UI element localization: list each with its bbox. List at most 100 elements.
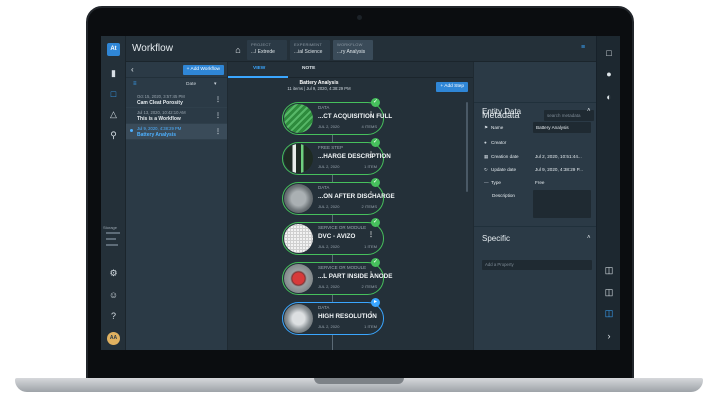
selected-dot-icon <box>130 129 133 132</box>
play-icon: ▸ <box>371 298 380 307</box>
step-card[interactable]: FREE STEP ...HARGE DESCRIPTION JUL 2, 20… <box>282 138 391 175</box>
description-label: Description <box>492 193 515 198</box>
add-workflow-button[interactable]: + Add Workflow <box>182 65 224 75</box>
creation-value: Jul 2, 2020, 10:51:44... <box>535 154 582 159</box>
step-type: FREE STEP <box>318 145 344 150</box>
workflow-date: Jul 9, 2020, 4:38:29 PM <box>137 126 182 131</box>
creation-row: ▦ Creation date <box>484 154 519 160</box>
kebab-icon[interactable]: ⋮ <box>368 231 374 238</box>
workflow-item-selected[interactable]: Jul 9, 2020, 4:38:29 PM Battery Analysis… <box>126 124 227 140</box>
workflow-toolbar: ‹ + Add Workflow <box>126 62 227 78</box>
type-label: Type <box>491 180 501 185</box>
breadcrumb-project[interactable]: PROJECT ...l Extrede <box>247 40 287 60</box>
step-items: 1 ITEM <box>364 244 377 249</box>
panel-left-icon[interactable]: ◫ <box>603 264 615 276</box>
panel-split-icon[interactable]: ◫ <box>603 286 615 298</box>
kebab-icon[interactable]: ⋮ <box>368 311 374 318</box>
check-icon: ✓ <box>371 258 380 267</box>
right-rail: □ ● ◐ ◫ ◫ ◫ › <box>596 36 620 350</box>
chevron-up-icon[interactable]: ˄ <box>587 235 591 241</box>
tab-bar: VIEW NOTE <box>228 62 473 78</box>
step-thumbnail <box>284 144 313 173</box>
workflow-item[interactable]: Oct 15, 2020, 3:57:45 PM Cam Cleat Poros… <box>126 92 227 108</box>
step-thumbnail <box>284 264 313 293</box>
workflow-sort-bar: ≡ Date ▾ <box>126 78 227 92</box>
camera <box>357 15 362 20</box>
kebab-icon[interactable]: ⋮ <box>215 96 221 103</box>
help-icon[interactable]: ? <box>107 310 120 322</box>
contrast-icon[interactable]: ◐ <box>603 91 615 103</box>
step-date: JUL 2, 2020 <box>318 204 340 209</box>
folder-icon[interactable]: □ <box>107 88 120 100</box>
storage-label: Storage <box>103 225 118 230</box>
label-icon: ⚑ <box>484 125 489 130</box>
dashboard-icon[interactable]: ▮ <box>107 67 120 79</box>
step-name: ...CT ACQUISITION FULL <box>318 113 393 120</box>
flask-icon[interactable]: △ <box>107 108 120 120</box>
scrollbar[interactable] <box>466 102 468 192</box>
app-logo[interactable]: At <box>107 43 120 56</box>
support-icon[interactable]: ☺ <box>107 289 120 301</box>
name-row: ⚑ Name <box>484 125 503 131</box>
kebab-icon[interactable]: ⋮ <box>368 271 374 278</box>
kebab-icon[interactable]: ⋮ <box>215 128 221 135</box>
creator-label: Creator <box>491 140 507 145</box>
check-icon: ✓ <box>371 178 380 187</box>
step-card[interactable]: SERVICE OR MODULE ...L PART INSIDE ANODE… <box>282 258 392 295</box>
app-screen: At ▮ □ △ ⚲ Storage ⚙ ☺ ? AA Workflow ⌂ P… <box>101 36 620 350</box>
step-date: JUL 2, 2020 <box>318 124 340 129</box>
breadcrumb-workflow[interactable]: WORKFLOW ...ry Analysis <box>333 40 373 60</box>
type-value: Free <box>535 180 545 185</box>
back-icon[interactable]: ‹ <box>131 65 134 74</box>
step-type: DATA <box>318 185 330 190</box>
step-items: 1 ITEM <box>364 324 377 329</box>
panel-right-icon[interactable]: ◫ <box>603 307 615 319</box>
step-card[interactable]: DATA ...ON AFTER DISCHARGE JUL 2, 2020 2… <box>282 178 395 215</box>
user-icon: ● <box>484 140 487 145</box>
kebab-icon[interactable]: ⋮ <box>368 151 374 158</box>
specific-title: Specific <box>482 234 511 243</box>
chevron-up-icon[interactable]: ˄ <box>587 108 591 114</box>
breadcrumb-experiment[interactable]: EXPERIMENT ...ial Science <box>290 40 330 60</box>
step-thumbnail <box>284 104 313 133</box>
step-card[interactable]: DATA ...CT ACQUISITION FULL JUL 2, 2020 … <box>282 98 392 135</box>
home-icon[interactable]: ⌂ <box>232 45 244 55</box>
calendar-icon: ▦ <box>484 154 489 159</box>
name-field[interactable]: Battery Analysis <box>533 122 591 133</box>
menu-icon[interactable]: ≡ <box>581 44 585 51</box>
add-property-input[interactable]: Add a Property <box>482 260 592 270</box>
add-user-icon[interactable]: ● <box>603 68 615 80</box>
entity-data-title: Entity Data <box>482 107 522 116</box>
left-rail: At ▮ □ △ ⚲ Storage ⚙ ☺ ? AA <box>101 36 126 350</box>
workflow-list-panel: ‹ + Add Workflow ≡ Date ▾ Oct 15, 2020, … <box>126 62 228 350</box>
type-icon: — <box>484 180 489 185</box>
kebab-icon[interactable]: ⋮ <box>368 191 374 198</box>
chevron-down-icon[interactable]: ▾ <box>214 81 217 87</box>
workflow-date: Oct 15, 2020, 3:57:45 PM <box>137 94 185 99</box>
breadcrumb-value: ...ial Science <box>294 49 323 55</box>
analysis-meta: 11 items | Jul 9, 2020, 4:38:29 PM <box>287 86 351 91</box>
step-type: SERVICE OR MODULE <box>318 225 367 230</box>
sort-select[interactable]: Date <box>186 82 196 87</box>
step-name: DVC - AVIZO <box>318 233 356 240</box>
step-card-selected[interactable]: DATA HIGH RESOLUTION JUL 2, 2020 1 ITEM … <box>282 298 384 335</box>
settings-icon[interactable]: ⚙ <box>107 267 120 279</box>
tab-view[interactable]: VIEW <box>253 66 265 71</box>
kebab-icon[interactable]: ⋮ <box>215 112 221 119</box>
creation-label: Creation date <box>491 154 519 159</box>
tab-note[interactable]: NOTE <box>302 66 315 71</box>
kebab-icon[interactable]: ⋮ <box>368 111 374 118</box>
step-card[interactable]: SERVICE OR MODULE DVC - AVIZO JUL 2, 202… <box>282 218 384 255</box>
list-icon[interactable]: ≡ <box>133 81 137 87</box>
search-icon[interactable]: ⚲ <box>107 129 120 141</box>
update-label: Update date <box>491 167 517 172</box>
add-step-button[interactable]: + Add Step <box>436 82 468 92</box>
chat-icon[interactable]: □ <box>603 47 615 59</box>
description-field[interactable] <box>533 190 591 218</box>
check-icon: ✓ <box>371 98 380 107</box>
avatar[interactable]: AA <box>107 332 120 345</box>
chevron-right-icon[interactable]: › <box>603 330 615 342</box>
step-date: JUL 2, 2020 <box>318 324 340 329</box>
step-items: 1 ITEM <box>364 164 377 169</box>
workflow-item[interactable]: Jul 13, 2020, 10:42:10 AM This is a Work… <box>126 108 227 124</box>
